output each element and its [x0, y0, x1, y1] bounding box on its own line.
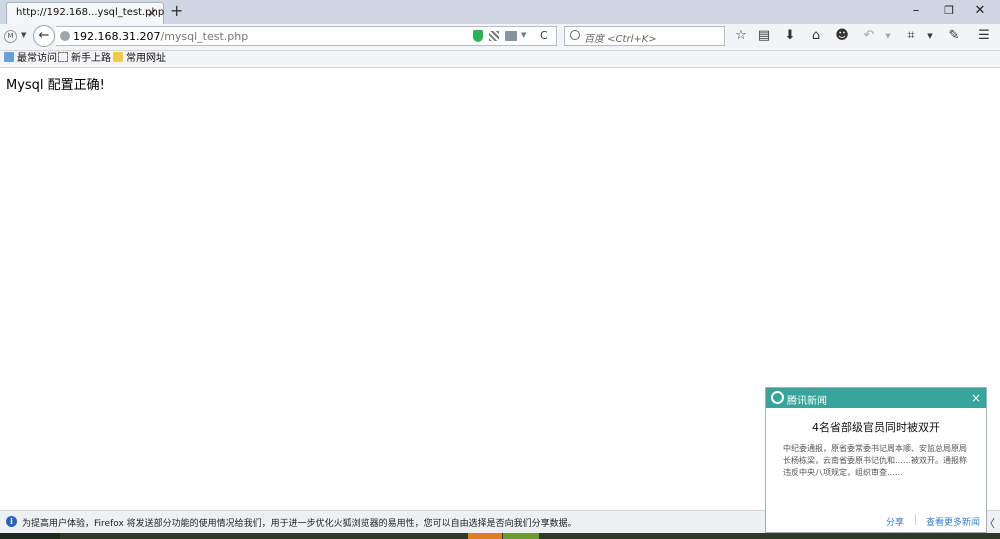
bookmark-star-icon[interactable]: ☆	[733, 28, 749, 44]
news-popup[interactable]: 腾讯新闻 × 4名省部级官员同时被双开 中纪委通报，原省委常委书记周本顺、安监总…	[765, 387, 987, 533]
info-icon: i	[6, 516, 17, 527]
download-icon[interactable]: ⬇	[782, 28, 798, 44]
page-message: Mysql 配置正确!	[6, 78, 105, 93]
url-text: 192.168.31.207/mysql_test.php	[73, 30, 248, 43]
divider	[915, 514, 916, 525]
taskbar-app-icon[interactable]	[468, 533, 502, 539]
search-bar[interactable]: 百度 <Ctrl+K>	[564, 26, 725, 46]
url-host: 192.168.31.207	[73, 30, 161, 43]
tencent-news-logo-icon	[771, 391, 784, 404]
close-window-button[interactable]: ✕	[968, 2, 992, 20]
bookmark-most-visited[interactable]: 最常访问	[4, 52, 57, 66]
notification-text: 为提高用户体验，Firefox 将发送部分功能的使用情况给我们，用于进一步优化火…	[22, 519, 577, 529]
taskbar-app-icon[interactable]	[503, 533, 539, 539]
undo-icon[interactable]: ↶	[861, 28, 877, 44]
search-placeholder: 百度 <Ctrl+K>	[584, 34, 657, 45]
bookmark-label: 新手上路	[71, 53, 111, 64]
search-icon	[570, 30, 580, 40]
tab-close-icon[interactable]: ×	[147, 6, 157, 20]
bookmark-label: 常用网址	[126, 53, 166, 64]
back-button[interactable]: ←	[33, 25, 55, 47]
new-tab-button[interactable]: +	[170, 2, 183, 20]
bookmark-getting-started[interactable]: 新手上路	[58, 52, 111, 66]
news-source: 腾讯新闻	[787, 396, 827, 407]
home-icon[interactable]: ⌂	[808, 28, 824, 44]
reload-icon[interactable]: C	[540, 29, 548, 42]
news-headline[interactable]: 4名省部级官员同时被双开	[766, 419, 986, 435]
browser-tab[interactable]: http://192.168...ysql_test.php ×	[6, 2, 164, 24]
folder-icon	[113, 52, 123, 62]
dropdown-icon[interactable]: ▼	[521, 31, 526, 39]
page-icon	[58, 52, 68, 62]
identity-icon[interactable]: M	[4, 30, 17, 43]
navigation-toolbar: M ▼ ← 192.168.31.207/mysql_test.php ▼ C …	[0, 24, 1000, 51]
shield-icon[interactable]	[473, 30, 483, 42]
maximize-button[interactable]: ❐	[937, 2, 961, 20]
bookmark-common-sites[interactable]: 常用网址	[113, 52, 166, 66]
crop-icon[interactable]: ⌗	[903, 28, 919, 44]
tab-strip: http://192.168...ysql_test.php × + – ❐ ✕	[0, 0, 1000, 24]
share-link[interactable]: 分享	[886, 515, 904, 528]
news-popup-header: 腾讯新闻 ×	[766, 388, 986, 408]
close-icon[interactable]: ×	[971, 391, 981, 405]
chevron-down-icon[interactable]: ▼	[21, 31, 26, 39]
comment-icon[interactable]: ✎	[946, 28, 962, 44]
qr-code-icon[interactable]	[489, 31, 499, 41]
back-arrow-icon: ←	[38, 28, 50, 43]
menu-icon[interactable]: ☰	[976, 28, 992, 44]
more-news-link[interactable]: 查看更多新闻	[926, 515, 980, 528]
news-body: 中纪委通报，原省委常委书记周本顺、安监总局原局长杨栋梁，云南省委原书记仇和……被…	[783, 444, 967, 477]
minimize-button[interactable]: –	[904, 2, 928, 20]
url-bar[interactable]: 192.168.31.207/mysql_test.php ▼ C	[56, 26, 557, 46]
chat-icon[interactable]: ☻	[834, 28, 850, 44]
crop-dropdown-icon[interactable]: ▼	[922, 28, 938, 44]
bookmarks-toolbar: 最常访问 新手上路 常用网址	[0, 51, 1000, 68]
bookmark-folder-icon	[4, 52, 14, 62]
url-path: /mysql_test.php	[160, 30, 249, 43]
tab-title: http://192.168...ysql_test.php	[16, 7, 165, 18]
os-taskbar	[0, 533, 1000, 539]
reader-mode-icon[interactable]	[505, 31, 517, 41]
globe-icon	[60, 31, 70, 41]
undo-dropdown-icon[interactable]: ▼	[880, 28, 896, 44]
reading-list-icon[interactable]: ▤	[756, 28, 772, 44]
bookmark-label: 最常访问	[17, 53, 57, 64]
